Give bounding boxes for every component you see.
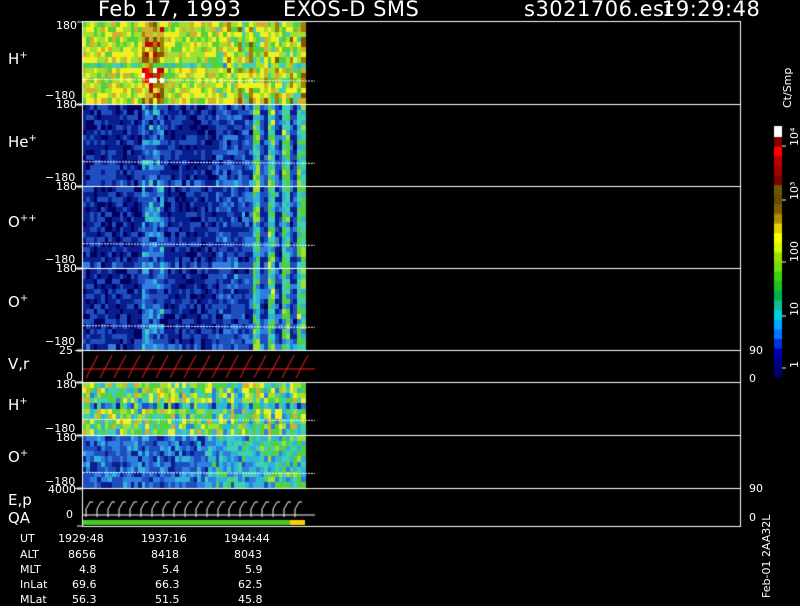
- panel-label-o-plus: O+: [8, 293, 29, 311]
- colorbar-tick-10: 10: [788, 302, 800, 316]
- panel-label-h-plus-2: H+: [8, 396, 28, 414]
- panel-5-rtick-max: 90: [749, 344, 763, 357]
- panel-5-ytick-max: 25: [59, 344, 73, 357]
- orbit-row-label-inlat: InLat: [20, 578, 48, 591]
- spectrogram-canvas: [0, 0, 800, 600]
- orbit-alt-2: 8418: [151, 548, 179, 561]
- orbit-mlt-2: 5.4: [162, 563, 180, 576]
- panel-label-o-plusplus: O++: [8, 213, 37, 231]
- orbit-mlt-1: 4.8: [79, 563, 97, 576]
- panel-8-ytick-max: 4000: [48, 483, 76, 496]
- orbit-ut-3: 1944:44: [224, 532, 270, 545]
- orbit-mlt-3: 5.9: [245, 563, 263, 576]
- colorbar-tick-1000: 10³: [788, 181, 800, 200]
- panel-label-e-p: E,p: [8, 491, 32, 509]
- footer-code: Feb-01 2AA32L: [760, 514, 773, 598]
- panel-3-ytick-max: 180: [56, 180, 77, 193]
- colorbar-tick-10000: 10⁴: [788, 127, 800, 146]
- orbit-alt-3: 8043: [234, 548, 262, 561]
- panel-6-ytick-max: 180: [56, 378, 77, 391]
- panel-1-ytick-max: 180: [56, 19, 77, 32]
- panel-label-v-r: V,r: [8, 355, 30, 373]
- orbit-inlat-1: 69.6: [72, 578, 97, 591]
- plot-date: Feb 17, 1993: [98, 0, 242, 21]
- panel-8-rtick-min: 0: [749, 511, 756, 524]
- panel-7-ytick-max: 180: [56, 431, 77, 444]
- orbit-row-label-alt: ALT: [20, 548, 39, 561]
- orbit-ut-2: 1937:16: [141, 532, 187, 545]
- panel-8-ytick-min: 0: [66, 508, 73, 521]
- panel-label-qa: QA: [8, 509, 31, 527]
- panel-2-ytick-max: 180: [56, 98, 77, 111]
- plot-filename: s3021706.esr: [524, 0, 674, 21]
- colorbar-unit: Ct/Smp: [781, 67, 794, 108]
- panel-8-rtick-max: 90: [749, 482, 763, 495]
- orbit-row-label-mlt: MLT: [20, 563, 41, 576]
- colorbar-tick-1: 1: [788, 361, 800, 368]
- orbit-alt-1: 8656: [68, 548, 96, 561]
- colorbar-tick-100: 100: [788, 241, 800, 262]
- plot-mission: EXOS-D SMS: [283, 0, 420, 21]
- panel-5-rtick-min: 0: [749, 372, 756, 385]
- orbit-inlat-2: 66.3: [155, 578, 180, 591]
- panel-label-o-plus-2: O+: [8, 448, 29, 466]
- panel-4-ytick-max: 180: [56, 262, 77, 275]
- orbit-ut-1: 1929:48: [58, 532, 104, 545]
- panel-label-h-plus: H+: [8, 50, 28, 68]
- orbit-row-label-ut: UT: [20, 532, 35, 545]
- plot-time: 19:29:48: [662, 0, 761, 21]
- orbit-inlat-3: 62.5: [238, 578, 263, 591]
- panel-label-he-plus: He+: [8, 133, 37, 151]
